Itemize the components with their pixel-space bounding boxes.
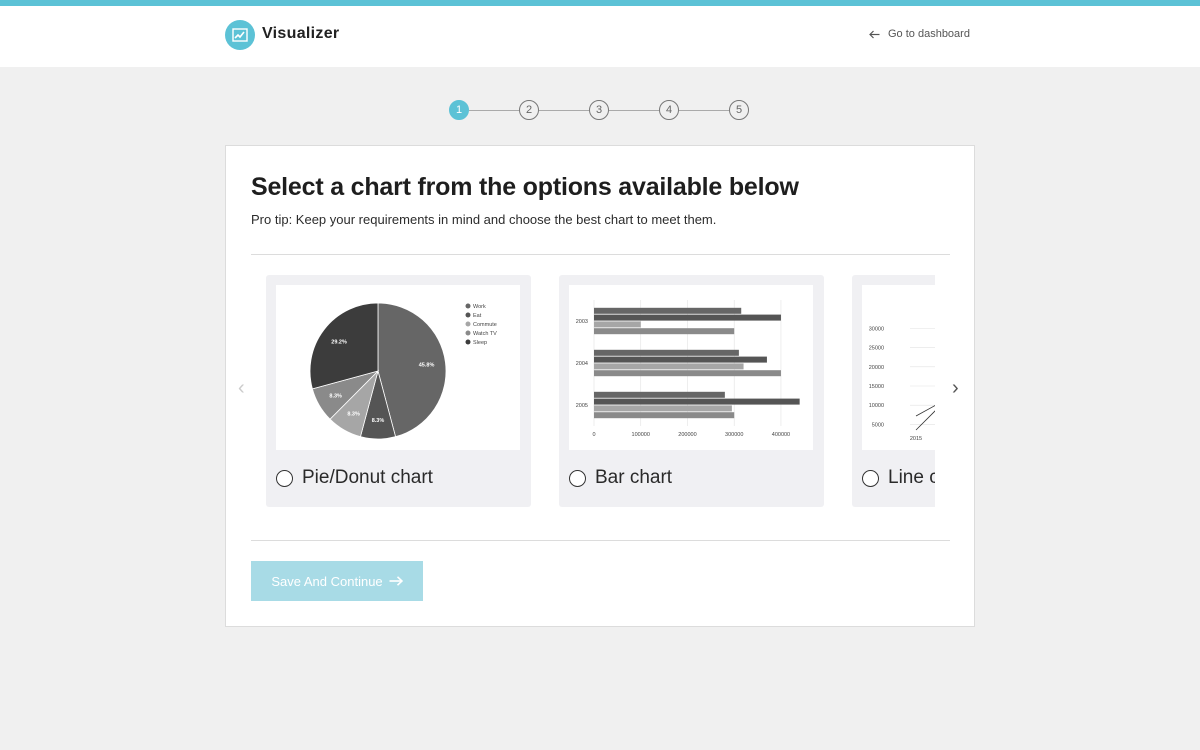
bar: [594, 405, 732, 412]
stepper: 1 2 3 4 5: [449, 100, 749, 120]
chart-selection-card: Select a chart from the options availabl…: [225, 145, 975, 627]
brand-name: Visualizer: [262, 25, 340, 42]
chart-option-line[interactable]: 30000 25000 20000 15000 10000 5000 2015 Line c…: [852, 275, 935, 507]
bar-chart-radio[interactable]: [569, 470, 586, 487]
pro-tip: Pro tip: Keep your requirements in mind …: [251, 212, 717, 227]
pie-slice-label: 8.3%: [329, 394, 342, 400]
y-tick-label: 10000: [869, 403, 884, 409]
go-to-dashboard-link[interactable]: Go to dashboard: [869, 28, 970, 40]
line-chart-label: Line chart: [888, 467, 935, 488]
pie-slice-label: 45.8%: [419, 363, 435, 369]
logo-icon: [225, 20, 255, 50]
step-connector: [539, 109, 589, 111]
legend-swatch: [465, 312, 471, 318]
line-series: [915, 410, 935, 431]
pie-chart-radio[interactable]: [276, 470, 293, 487]
legend-label: Watch TV: [473, 331, 497, 337]
bar: [594, 321, 641, 328]
pie-slice-label: 8.3%: [372, 418, 385, 424]
bar: [594, 370, 781, 377]
step-5[interactable]: 5: [729, 100, 749, 120]
bar: [594, 412, 735, 419]
y-tick-label: 30000: [869, 327, 884, 333]
go-to-dashboard-label: Go to dashboard: [888, 28, 970, 40]
save-and-continue-button[interactable]: Save And Continue: [251, 561, 423, 601]
x-tick-label: 300000: [725, 432, 743, 438]
bar: [594, 328, 735, 335]
x-tick-label: 400000: [772, 432, 790, 438]
y-tick-label: 20000: [869, 365, 884, 371]
x-tick-label: 100000: [632, 432, 650, 438]
pie-chart-label: Pie/Donut chart: [302, 467, 433, 488]
step-connector: [469, 109, 519, 111]
x-tick-label: 200000: [678, 432, 696, 438]
chart-option-pie[interactable]: 45.8% 8.3% 8.3% 8.3% 29.2% Work Eat Commute Wat…: [266, 275, 531, 507]
legend-label: Eat: [473, 313, 482, 319]
step-4[interactable]: 4: [659, 100, 679, 120]
bar-chart-label: Bar chart: [595, 467, 673, 488]
legend-label: Sleep: [473, 340, 487, 346]
bar: [594, 363, 744, 370]
bar: [594, 398, 800, 405]
legend-label: Commute: [473, 322, 497, 328]
divider: [251, 254, 950, 255]
bar-chart-preview: 0 100000 200000 300000 400000 2003 2004 2005: [569, 285, 813, 450]
bar: [594, 356, 767, 363]
legend-swatch: [465, 303, 471, 309]
bar: [594, 307, 742, 314]
line-chart-preview: 30000 25000 20000 15000 10000 5000 2015: [862, 285, 935, 450]
y-tick-label: 5000: [872, 422, 884, 428]
pie-slice-label: 29.2%: [331, 339, 347, 345]
chart-options-carousel: 45.8% 8.3% 8.3% 8.3% 29.2% Work Eat Commute Wat…: [266, 275, 935, 508]
legend-swatch: [465, 321, 471, 327]
carousel-next-arrow[interactable]: ›: [952, 378, 959, 398]
carousel-prev-arrow[interactable]: ‹: [238, 378, 245, 398]
line-chart-radio[interactable]: [862, 470, 879, 487]
header: Visualizer Go to dashboard: [0, 6, 1200, 67]
legend-label: Work: [473, 304, 486, 310]
chart-option-bar[interactable]: 0 100000 200000 300000 400000 2003 2004 2005 Ba…: [559, 275, 824, 507]
bar: [594, 391, 725, 398]
bar: [594, 349, 739, 356]
y-tick-label: 15000: [869, 384, 884, 390]
legend-swatch: [465, 339, 471, 345]
step-connector: [609, 109, 659, 111]
arrow-left-icon: [869, 30, 880, 38]
step-2[interactable]: 2: [519, 100, 539, 120]
step-1[interactable]: 1: [449, 100, 469, 120]
pie-chart-preview: 45.8% 8.3% 8.3% 8.3% 29.2% Work Eat Commute Wat…: [276, 285, 520, 450]
y-category-label: 2003: [576, 319, 588, 325]
step-3[interactable]: 3: [589, 100, 609, 120]
x-tick-label: 2015: [910, 436, 922, 442]
y-category-label: 2004: [576, 361, 588, 367]
page-title: Select a chart from the options availabl…: [251, 173, 799, 201]
divider: [251, 540, 950, 541]
pie-slice-label: 8.3%: [347, 411, 360, 417]
y-tick-label: 25000: [869, 346, 884, 352]
legend-swatch: [465, 330, 471, 336]
step-connector: [679, 109, 729, 111]
arrow-right-icon: [389, 576, 403, 586]
bar: [594, 314, 781, 321]
y-category-label: 2005: [576, 403, 588, 409]
x-tick-label: 0: [592, 432, 595, 438]
save-and-continue-label: Save And Continue: [271, 573, 383, 589]
